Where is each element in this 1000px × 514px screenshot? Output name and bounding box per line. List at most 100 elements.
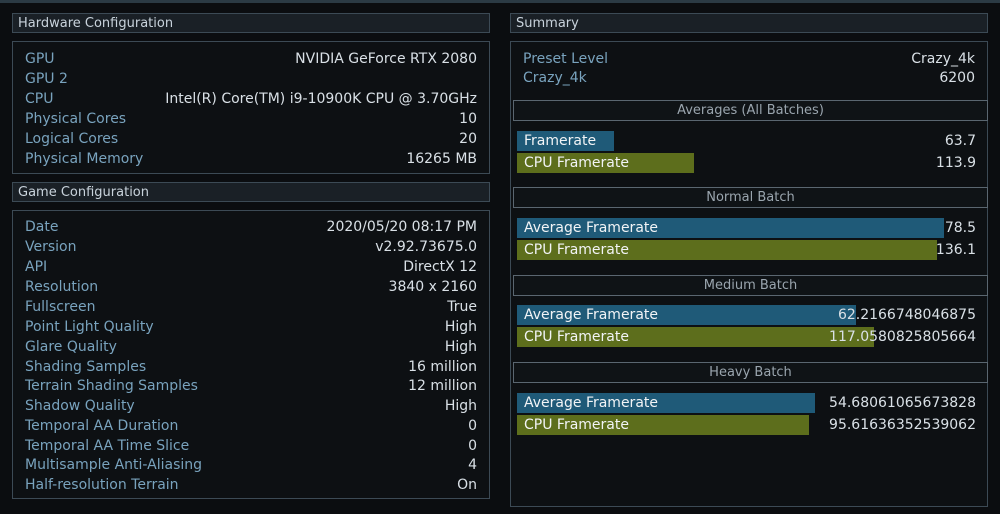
game-config-header: Game Configuration [12, 182, 490, 202]
game-label: Shadow Quality [25, 398, 135, 414]
game-value: 4 [468, 457, 477, 473]
hw-value: 10 [459, 111, 477, 127]
game-label: Version [25, 239, 77, 255]
game-label: Date [25, 219, 59, 235]
game-value: 0 [468, 438, 477, 454]
medium-cpu-framerate-row: CPU Framerate 117.0580825805664 [517, 327, 979, 347]
game-value: True [447, 299, 477, 315]
game-value: DirectX 12 [403, 259, 477, 275]
score-value: 6200 [939, 70, 975, 86]
medium-avg-framerate-row: Average Framerate 62.2166748046875 [517, 305, 979, 325]
hw-label: Physical Memory [25, 151, 144, 167]
game-row-temporal-aa-duration: Temporal AA Duration 0 [13, 416, 489, 436]
game-row-api: API DirectX 12 [13, 257, 489, 277]
hardware-config-panel: GPU NVIDIA GeForce RTX 2080 GPU 2 CPU In… [12, 41, 490, 174]
hw-value: Intel(R) Core(TM) i9-10900K CPU @ 3.70GH… [165, 91, 477, 107]
game-value: High [444, 398, 477, 414]
hw-label: GPU 2 [25, 71, 68, 87]
game-value: 16 million [408, 359, 477, 375]
bar-value: 117.0580825805664 [829, 329, 976, 345]
hw-value: 20 [459, 131, 477, 147]
game-value: 2020/05/20 08:17 PM [326, 219, 477, 235]
game-row-point-light-quality: Point Light Quality High [13, 317, 489, 337]
hw-label: GPU [25, 51, 55, 67]
top-border [0, 0, 1000, 3]
heavy-batch-title: Heavy Batch [513, 362, 988, 383]
summary-row-preset: Preset Level Crazy_4k [511, 49, 987, 69]
game-value: High [444, 339, 477, 355]
game-label: Glare Quality [25, 339, 117, 355]
game-row-half-res-terrain: Half-resolution Terrain On [13, 475, 489, 495]
bar-label: CPU Framerate [524, 417, 629, 433]
bar-value: 54.68061065673828 [829, 395, 976, 411]
hw-row-logical-cores: Logical Cores 20 [13, 129, 489, 149]
heavy-avg-framerate-row: Average Framerate 54.68061065673828 [517, 393, 979, 413]
averages-cpu-framerate-row: CPU Framerate 113.9 [517, 153, 979, 173]
medium-batch-title: Medium Batch [513, 275, 988, 296]
normal-avg-framerate-row: Average Framerate 78.5 [517, 218, 979, 238]
game-value: 3840 x 2160 [388, 279, 477, 295]
game-row-fullscreen: Fullscreen True [13, 297, 489, 317]
hw-value: 16265 MB [406, 151, 477, 167]
bar-value: 78.5 [944, 220, 976, 236]
bar-label: Average Framerate [524, 307, 658, 323]
heavy-cpu-framerate-row: CPU Framerate 95.61636352539062 [517, 415, 979, 435]
bar-value: 63.7 [944, 133, 976, 149]
game-row-shading-samples: Shading Samples 16 million [13, 357, 489, 377]
summary-row-score: Crazy_4k 6200 [511, 68, 987, 88]
game-label: Terrain Shading Samples [25, 378, 198, 394]
summary-title: Summary [516, 16, 579, 31]
preset-label: Preset Level [523, 51, 609, 67]
game-label: Temporal AA Duration [25, 418, 179, 434]
hw-row-gpu: GPU NVIDIA GeForce RTX 2080 [13, 49, 489, 69]
averages-framerate-row: Framerate 63.7 [517, 131, 979, 151]
normal-batch-title: Normal Batch [513, 187, 988, 208]
bar-label: CPU Framerate [524, 155, 629, 171]
game-label: Shading Samples [25, 359, 147, 375]
bar-label: Average Framerate [524, 395, 658, 411]
game-label: Half-resolution Terrain [25, 477, 179, 493]
game-config-title: Game Configuration [18, 185, 149, 200]
bar-label: CPU Framerate [524, 242, 629, 258]
bar-value: 95.61636352539062 [829, 417, 976, 433]
hw-label: Physical Cores [25, 111, 127, 127]
bar-label: Average Framerate [524, 220, 658, 236]
game-label: Point Light Quality [25, 319, 154, 335]
game-value: High [444, 319, 477, 335]
game-row-msaa: Multisample Anti-Aliasing 4 [13, 455, 489, 475]
bar-label: CPU Framerate [524, 329, 629, 345]
hw-label: CPU [25, 91, 54, 107]
game-row-version: Version v2.92.73675.0 [13, 237, 489, 257]
hw-row-cpu: CPU Intel(R) Core(TM) i9-10900K CPU @ 3.… [13, 89, 489, 109]
game-config-panel: Date 2020/05/20 08:17 PM Version v2.92.7… [12, 210, 490, 499]
hardware-config-title: Hardware Configuration [18, 16, 174, 31]
hw-row-physical-memory: Physical Memory 16265 MB [13, 149, 489, 169]
hw-value: NVIDIA GeForce RTX 2080 [295, 51, 477, 67]
summary-header: Summary [510, 13, 988, 33]
game-row-resolution: Resolution 3840 x 2160 [13, 277, 489, 297]
bar-value: 62.2166748046875 [837, 307, 976, 323]
game-label: API [25, 259, 48, 275]
game-row-glare-quality: Glare Quality High [13, 337, 489, 357]
game-label: Temporal AA Time Slice [25, 438, 190, 454]
game-label: Multisample Anti-Aliasing [25, 457, 203, 473]
game-value: 12 million [408, 378, 477, 394]
game-label: Resolution [25, 279, 99, 295]
normal-cpu-framerate-row: CPU Framerate 136.1 [517, 240, 979, 260]
game-label: Fullscreen [25, 299, 96, 315]
game-row-terrain-shading-samples: Terrain Shading Samples 12 million [13, 376, 489, 396]
game-value: v2.92.73675.0 [375, 239, 477, 255]
bar-label: Framerate [524, 133, 597, 149]
averages-section-title: Averages (All Batches) [513, 100, 988, 121]
bar-value: 113.9 [935, 155, 976, 171]
game-value: 0 [468, 418, 477, 434]
hw-row-gpu2: GPU 2 [13, 69, 489, 89]
game-value: On [457, 477, 477, 493]
bar-value: 136.1 [935, 242, 976, 258]
game-row-temporal-aa-time-slice: Temporal AA Time Slice 0 [13, 436, 489, 456]
hardware-config-header: Hardware Configuration [12, 13, 490, 33]
game-row-shadow-quality: Shadow Quality High [13, 396, 489, 416]
hw-row-physical-cores: Physical Cores 10 [13, 109, 489, 129]
game-row-date: Date 2020/05/20 08:17 PM [13, 217, 489, 237]
hw-label: Logical Cores [25, 131, 119, 147]
